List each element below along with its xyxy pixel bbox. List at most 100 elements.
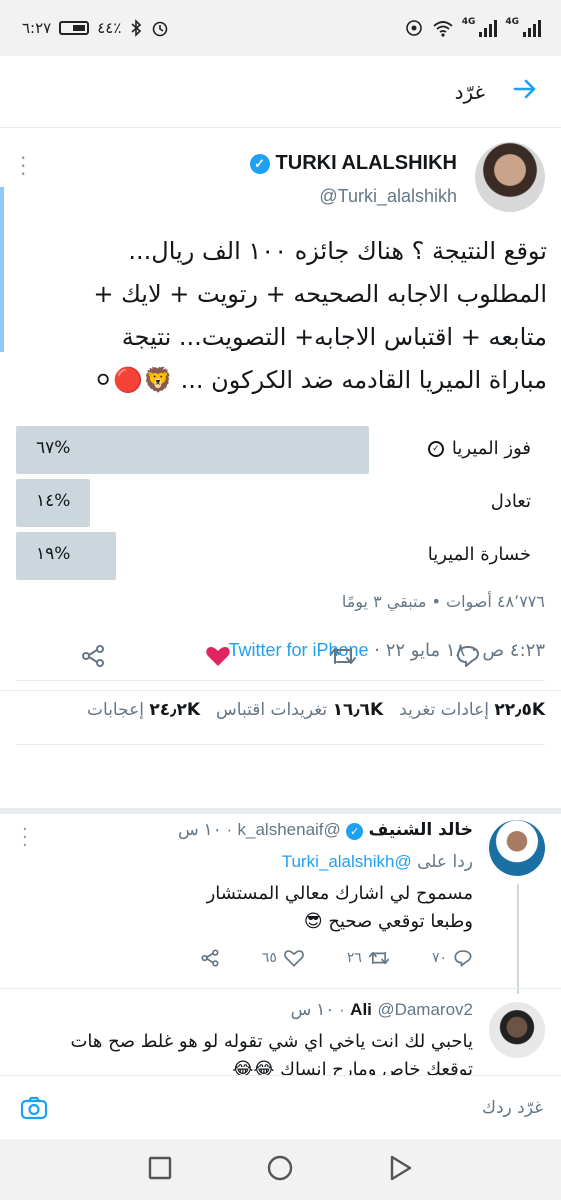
thread-indicator — [0, 187, 4, 352]
avatar[interactable] — [489, 1002, 545, 1058]
nfc-icon — [405, 20, 422, 36]
check-circle-icon: ✓ — [427, 440, 444, 457]
verified-icon: ✓ — [249, 153, 270, 174]
reply-author-handle: @Damarov2 — [377, 1000, 473, 1019]
reply-time: ١٠ س — [177, 820, 222, 839]
reply-author-name: خالد الشنيف — [368, 820, 473, 840]
tweet-text-line: المطلوب الاجابه الصحيحه + رتويت + لايك + — [93, 280, 547, 308]
reply-reply-button[interactable]: ٧٠ — [432, 948, 473, 968]
status-right: 4G 4G — [404, 17, 541, 37]
reply-tweet[interactable]: Ali @Damarov2 · ١٠ س ياحبي لك انت ياخي ا… — [0, 992, 561, 1075]
verified-icon: ✓ — [346, 823, 364, 840]
poll-meta: ٤٨٬٧٧٦ أصوات • متبقي ٣ يومًا — [341, 592, 545, 611]
reply-header: Ali @Damarov2 · ١٠ س — [290, 1000, 473, 1019]
reply-text: ياحبي لك انت ياخي اي شي تقوله لو هو غلط … — [13, 1028, 473, 1075]
poll: %٦٧ فوز الميريا ✓ %١٤ تعادل %١٩ خسارة ال… — [16, 426, 545, 585]
tweet-text: توقع النتيجة ؟ هناك جائزه ١٠٠ الف ريال..… — [12, 230, 547, 402]
poll-option-label: خسارة الميريا — [428, 544, 531, 565]
recents-square-icon[interactable] — [147, 1155, 173, 1185]
camera-icon[interactable] — [18, 1092, 50, 1124]
divider — [16, 744, 545, 745]
reply-icon[interactable] — [448, 636, 488, 676]
tweet-text-line: توقع النتيجة ؟ هناك جائزه ١٠٠ الف ريال..… — [128, 237, 547, 265]
alarm-icon — [153, 21, 168, 37]
tweet-text-line: متابعه + اقتباس الاجابه+ التصويت... نتيج… — [121, 323, 547, 351]
reply-author-name: Ali — [350, 1000, 372, 1019]
replying-to-handle[interactable]: @Turki_alalshikh — [282, 852, 412, 871]
clock: ٦:٢٧ — [22, 19, 52, 37]
replying-prefix: ردا على — [411, 852, 473, 872]
section-divider — [0, 808, 561, 814]
home-circle-icon[interactable] — [266, 1154, 294, 1186]
reply-input[interactable]: غرّد ردك — [482, 1098, 543, 1118]
wifi-icon — [433, 21, 453, 37]
tweet-text-line: مباراة الميريا القادمه ضد الكركون ... 🦁🔴… — [93, 366, 547, 394]
reply-author-handle: @k_alshenaif — [237, 820, 341, 839]
back-triangle-icon[interactable] — [388, 1154, 414, 1186]
quotes-label: تغريدات اقتباس — [216, 700, 328, 720]
replying-to: ردا على @Turki_alalshikh — [282, 852, 473, 872]
reply-text-line: توقعك خاص ومارح انساك 😂😂 — [232, 1059, 473, 1075]
battery-icon — [59, 21, 90, 35]
reply-compose-bar[interactable]: غرّد ردك — [0, 1075, 561, 1139]
network-type-1: 4G — [461, 17, 476, 27]
poll-option[interactable]: %١٩ خسارة الميريا — [16, 532, 545, 580]
retweet-icon[interactable] — [323, 636, 363, 676]
status-bar: ٦:٢٧ ٤٤٪ 4G 4G — [0, 0, 561, 56]
page-title: غرّد — [454, 79, 485, 104]
retweet-count: ٢٦ — [346, 950, 362, 966]
retweet-icon — [368, 951, 390, 965]
retweets-count: ٢٢٫٥K — [494, 700, 545, 720]
reply-text-line: ياحبي لك انت ياخي اي شي تقوله لو هو غلط … — [70, 1031, 473, 1052]
more-options-icon[interactable]: · · · — [20, 148, 26, 184]
system-nav-bar — [0, 1139, 561, 1200]
poll-percent: %١٤ — [36, 491, 71, 511]
divider — [0, 988, 561, 989]
quotes-stat[interactable]: ١٦٫٦K تغريدات اقتباس — [216, 700, 383, 720]
like-count: ٦٥ — [261, 950, 277, 966]
battery-level: ٤٤٪ — [97, 19, 122, 37]
reply-actions: ٧٠ ٢٦ ٦٥ — [200, 948, 473, 968]
poll-option[interactable]: %٦٧ فوز الميريا ✓ — [16, 426, 545, 474]
poll-option-label: تعادل — [491, 491, 531, 512]
retweets-stat[interactable]: ٢٢٫٥K إعادات تغريد — [399, 700, 545, 720]
reply-count: ٧٠ — [431, 950, 447, 966]
poll-option-text: فوز الميريا — [451, 438, 531, 459]
likes-count: ٢٤٫٢K — [149, 700, 201, 720]
retweets-label: إعادات تغريد — [399, 700, 489, 720]
poll-percent: %١٩ — [36, 544, 71, 564]
avatar[interactable] — [489, 820, 545, 876]
author-name-row[interactable]: TURKI ALALSHIKH ✓ — [249, 152, 457, 175]
likes-label: إعجابات — [87, 700, 144, 720]
author-handle: @Turki_alalshikh — [319, 186, 457, 206]
reply-header: خالد الشنيف ✓ @k_alshenaif · ١٠ س — [177, 820, 473, 840]
status-left: ٦:٢٧ ٤٤٪ — [22, 19, 169, 37]
heart-outline-icon — [284, 950, 304, 967]
reply-time: ١٠ س — [290, 1000, 335, 1019]
divider — [0, 690, 561, 691]
reply-like-button[interactable]: ٦٥ — [262, 948, 305, 968]
signal-icon — [523, 19, 541, 37]
reply-share-button[interactable] — [200, 948, 220, 968]
reply-text: مسموح لي اشارك معالي المستشار وطبعا توقع… — [13, 880, 473, 936]
quotes-count: ١٦٫٦K — [332, 700, 384, 720]
author-name: TURKI ALALSHIKH — [275, 152, 457, 174]
network-type-2: 4G — [505, 17, 519, 27]
reply-text-line: مسموح لي اشارك معالي المستشار — [206, 883, 473, 904]
poll-option[interactable]: %١٤ تعادل — [16, 479, 545, 527]
signal-icon — [479, 19, 498, 37]
poll-percent: %٦٧ — [36, 438, 71, 458]
tweet-stats: ٢٢٫٥K إعادات تغريد ١٦٫٦K تغريدات اقتباس … — [87, 700, 545, 720]
share-icon[interactable] — [73, 636, 113, 676]
share-icon — [201, 949, 219, 967]
top-app-bar: غرّد — [0, 56, 561, 128]
more-options-icon[interactable]: · · · — [22, 821, 28, 855]
arrow-right-icon[interactable] — [507, 76, 543, 108]
likes-stat[interactable]: ٢٤٫٢K إعجابات — [87, 700, 200, 720]
reply-icon — [454, 950, 472, 967]
thread-line — [517, 884, 519, 994]
avatar[interactable] — [475, 142, 545, 212]
bluetooth-icon — [131, 19, 142, 37]
reply-retweet-button[interactable]: ٢٦ — [347, 948, 390, 968]
like-icon[interactable] — [198, 636, 238, 676]
